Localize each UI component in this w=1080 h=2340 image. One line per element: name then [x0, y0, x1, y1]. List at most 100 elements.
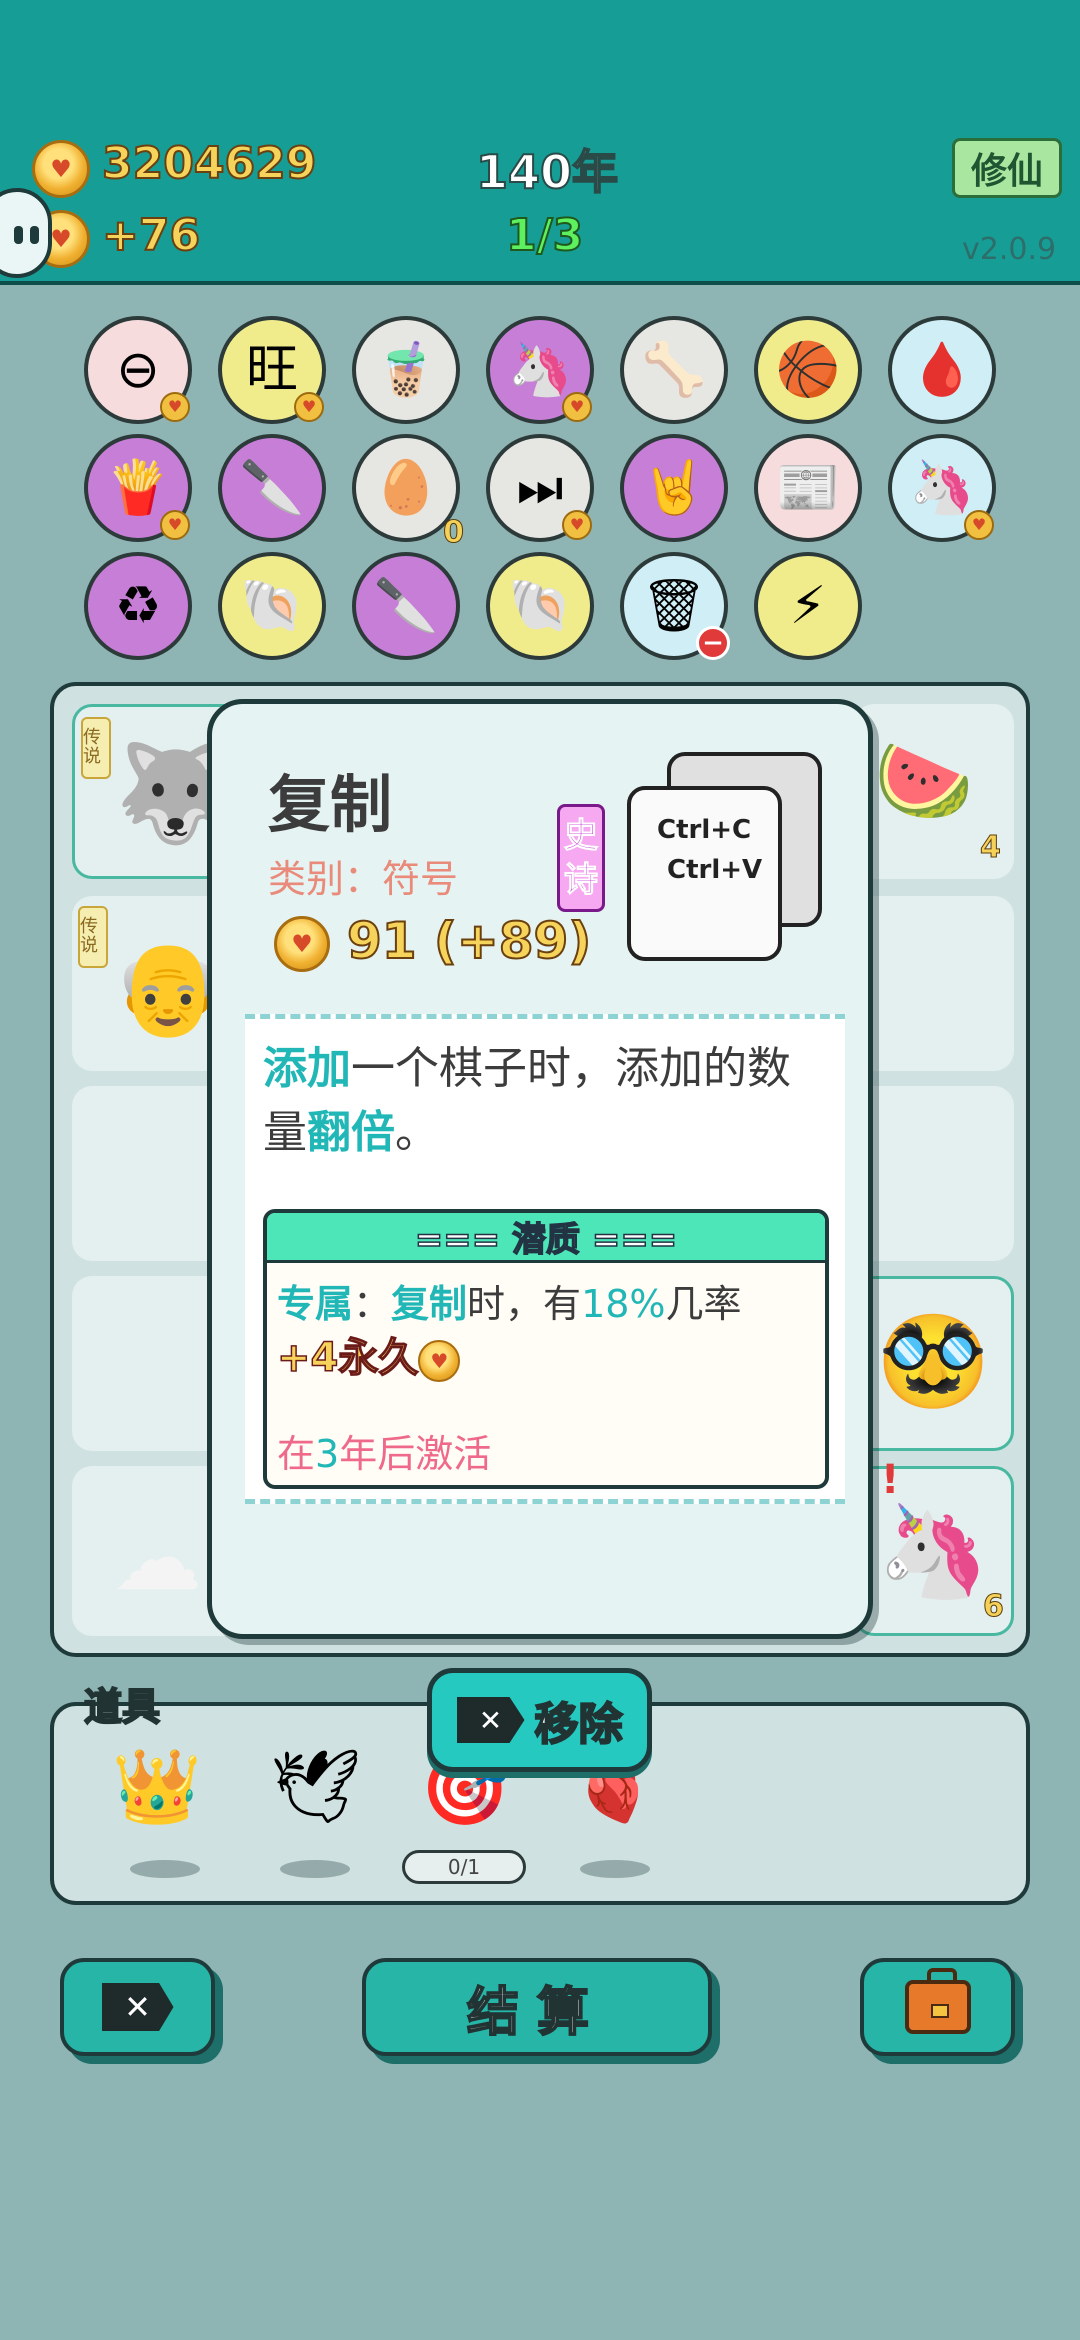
rock-hand-icon: 🤘 [641, 458, 707, 518]
potential-bonus: +4永久 ♥ [276, 1325, 461, 1383]
egg-tray-icon: 🥚 [373, 458, 439, 518]
cleaver-icon: 🔪 [373, 576, 439, 636]
unicorn-piece[interactable]: 🦄 ♥ [486, 316, 594, 424]
items-title: 道具 [83, 1684, 161, 1730]
year-counter: 140年 [475, 144, 619, 200]
alert-mark: ! [881, 1457, 900, 1503]
menu-handle-button[interactable] [0, 188, 52, 278]
close-icon: ✕ [101, 1983, 174, 2031]
piece-description: 添加一个棋子时，添加的数量翻倍。 === 潜质 === 专属：复制时，有18%几… [245, 1014, 845, 1504]
lightning-piece[interactable]: ⚡ [754, 552, 862, 660]
minus-badge-icon: − [696, 626, 730, 660]
top-bar: 3204629 +76 140年 1/3 修仙 v2.0.9 [0, 0, 1080, 285]
shell-icon: 🐚 [507, 576, 573, 636]
bubble-tea-icon: 🧋 [373, 340, 439, 400]
briefcase-icon [904, 1968, 971, 2034]
coin-icon [32, 140, 90, 198]
skip-symbol-piece[interactable]: ⏭ ♥ [486, 434, 594, 542]
trash-bag-icon: 🗑 [640, 576, 707, 636]
value-coin-icon [274, 916, 330, 972]
description-text: 添加一个棋子时，添加的数量翻倍。 [263, 1043, 791, 1158]
pet-food-bowl-piece[interactable]: 🦴 [620, 316, 728, 424]
basketballs-piece[interactable]: 🏀 [754, 316, 862, 424]
time-magazine-piece[interactable]: 📰 [754, 434, 862, 542]
cleaver-icon: 🔪 [239, 458, 305, 518]
board-slot[interactable]: 🥸 [854, 1276, 1014, 1451]
board-slot[interactable]: 🍉 4 [854, 704, 1014, 879]
shell-piece[interactable]: 🐚 [218, 552, 326, 660]
heart-badge-icon: ♥ [562, 510, 592, 540]
coin-total: 3204629 [101, 137, 317, 190]
dove-item[interactable]: 🕊 [270, 1750, 361, 1822]
potential-box: === 潜质 === 专属：复制时，有18%几率 +4永久 ♥ 在3年后激活 [263, 1209, 829, 1489]
wang-tiles-icon: 旺 [245, 340, 298, 400]
heart-badge-icon: ♥ [160, 510, 190, 540]
cleaver-piece[interactable]: 🔪 [352, 552, 460, 660]
inventory-button[interactable] [860, 1958, 1015, 2056]
minus-symbol-piece[interactable]: ⊖ ♥ [84, 316, 192, 424]
sunglasses-man-piece: 🥸 [877, 1309, 990, 1414]
coin-income: +76 [101, 209, 201, 262]
remove-piece-button[interactable]: ✕ 移除 [427, 1668, 652, 1772]
skip-symbol-icon: ⏭ [516, 458, 564, 518]
settle-label: 结算 [466, 1982, 607, 2044]
version-label: v2.0.9 [962, 232, 1057, 267]
heart-badge-icon: ♥ [294, 392, 324, 422]
board-slot[interactable] [854, 896, 1014, 1071]
item-shadow [580, 1860, 650, 1878]
heart-badge-icon: ♥ [964, 510, 994, 540]
close-icon: ✕ [456, 1697, 525, 1743]
piece-value: 91 (+89) [346, 911, 592, 971]
cleaver-piece[interactable]: 🔪 [218, 434, 326, 542]
rock-hand-piece[interactable]: 🤘 [620, 434, 728, 542]
legendary-tag: 传说 [78, 906, 108, 968]
slot-count: 4 [980, 830, 1002, 866]
trash-bag-piece[interactable]: 🗑 − [620, 552, 730, 660]
pet-food-bowl-icon: 🦴 [641, 340, 707, 400]
french-fries-piece[interactable]: 🍟 ♥ [84, 434, 192, 542]
basketballs-icon: 🏀 [775, 340, 841, 400]
coin-icon: ♥ [418, 1339, 461, 1382]
unicorn-pair-piece[interactable]: 🦄 ♥ [888, 434, 996, 542]
shell-piece[interactable]: 🐚 [486, 552, 594, 660]
piece-title: 复制 [268, 768, 393, 841]
heart-badge-icon: ♥ [160, 392, 190, 422]
piece-category: 类别：符号 [268, 857, 459, 901]
cultivation-mode-button[interactable]: 修仙 [952, 138, 1062, 198]
cloud-piece: ☁ [112, 1506, 202, 1611]
watermelon-piece: 🍉 [874, 734, 974, 827]
unicorn-piece: 🦄 [877, 1499, 990, 1604]
round-counter: 1/3 [505, 209, 584, 262]
potential-header: === 潜质 === [267, 1213, 825, 1263]
board-slot[interactable]: ! 🦄 6 [854, 1457, 1014, 1636]
bubble-tea-piece[interactable]: 🧋 [352, 316, 460, 424]
activation-text: 在3年后激活 [277, 1432, 492, 1476]
item-shadow [130, 1860, 200, 1878]
piece-detail-modal: 复制 类别：符号 史诗 Ctrl+C Ctrl+V 91 (+89) 添加一个棋… [207, 699, 873, 1639]
legendary-tag: 传说 [81, 717, 111, 779]
recycle-icon: ♻ [114, 576, 162, 636]
heart-badge-icon: ♥ [562, 392, 592, 422]
unicorn-pair-icon: 🦄 [909, 458, 975, 518]
board-slot[interactable] [854, 1086, 1014, 1261]
blood-bag-piece[interactable]: 🩸 [888, 316, 996, 424]
unicorn-icon: 🦄 [507, 340, 573, 400]
remove-mode-button[interactable]: ✕ [60, 1958, 215, 2056]
shell-icon: 🐚 [239, 576, 305, 636]
recycle-piece[interactable]: ♻ [84, 552, 192, 660]
minus-symbol-icon: ⊖ [116, 340, 160, 400]
wang-tiles-piece[interactable]: 旺 ♥ [218, 316, 326, 424]
egg-tray-piece[interactable]: 🥚 0 [352, 434, 464, 548]
copy-card-icon: Ctrl+C Ctrl+V [627, 786, 782, 961]
time-magazine-icon: 📰 [775, 458, 841, 518]
rarity-badge: 史诗 [557, 804, 605, 912]
piece-count: 0 [443, 515, 465, 550]
slot-count: 6 [983, 1589, 1005, 1625]
item-use-counter: 0/1 [402, 1850, 526, 1884]
blood-bag-icon: 🩸 [909, 340, 975, 400]
settle-button[interactable]: 结算 [362, 1958, 712, 2056]
crown-item[interactable]: 👑 [112, 1750, 202, 1822]
remove-label: 移除 [534, 1698, 624, 1751]
french-fries-icon: 🍟 [105, 458, 171, 518]
lightning-icon: ⚡ [789, 576, 827, 636]
